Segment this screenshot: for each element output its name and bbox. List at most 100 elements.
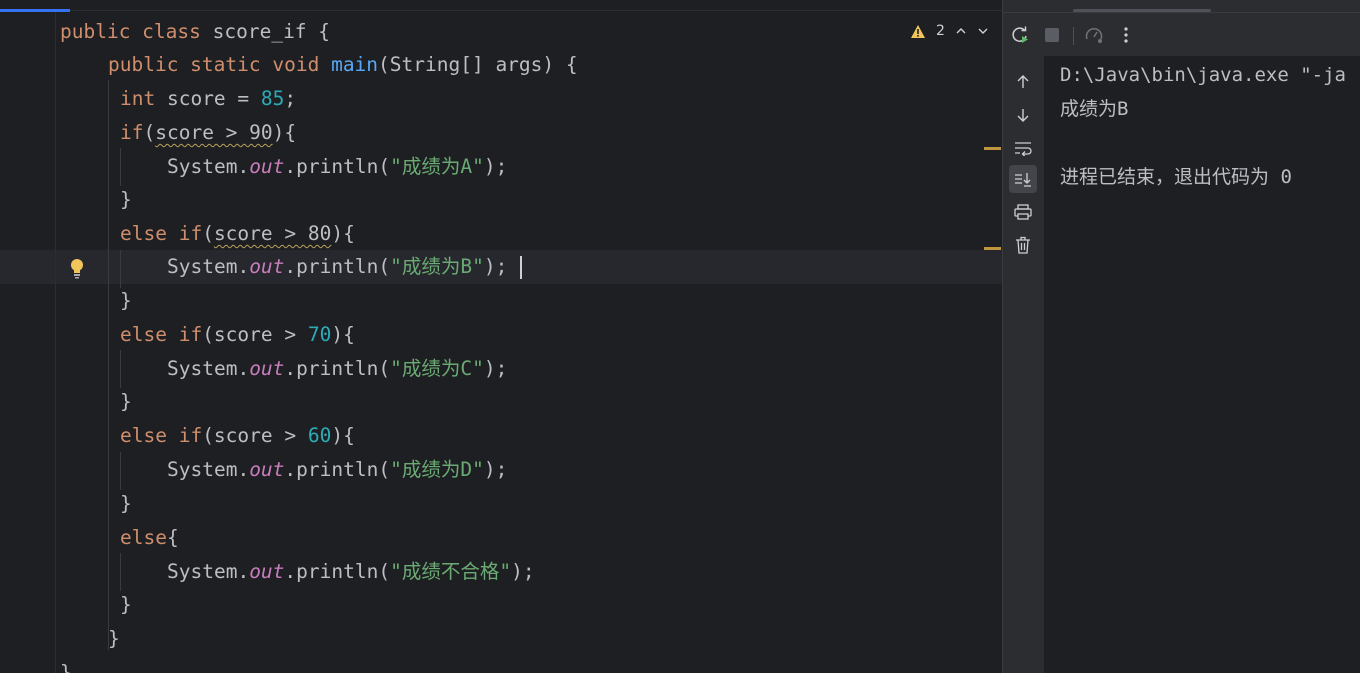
console-exit-message: 进程已结束，退出代码为 0 bbox=[1060, 166, 1292, 188]
previous-occurrence-button[interactable] bbox=[1009, 68, 1037, 96]
code-text: ); bbox=[483, 155, 508, 178]
warning-icon bbox=[911, 24, 925, 38]
code-text: System. bbox=[167, 155, 250, 178]
indent-guide bbox=[108, 80, 109, 650]
arrow-up-icon bbox=[1017, 75, 1029, 88]
static-field: out bbox=[249, 560, 285, 583]
code-text: System. bbox=[167, 357, 250, 380]
scroll-to-end-button[interactable] bbox=[1009, 165, 1037, 193]
code-line-11[interactable]: System.out.println("成绩为C"); bbox=[167, 352, 507, 386]
code-text: ); bbox=[483, 458, 508, 481]
code-text: .println( bbox=[284, 560, 391, 583]
warning-count[interactable]: 2 bbox=[936, 23, 945, 39]
warning-condition[interactable]: score > 90 bbox=[155, 121, 272, 144]
print-button[interactable] bbox=[1009, 198, 1037, 226]
string-literal: "成绩为A" bbox=[390, 155, 484, 178]
code-line-13[interactable]: else if(score > 60){ bbox=[120, 419, 355, 453]
code-line-2[interactable]: public static void main(String[] args) { bbox=[108, 48, 578, 82]
code-line-6[interactable]: } bbox=[120, 183, 132, 217]
keyword: public static void bbox=[108, 53, 320, 76]
code-line-20[interactable]: } bbox=[60, 656, 72, 673]
stop-button[interactable] bbox=[1041, 24, 1063, 46]
text-caret bbox=[520, 256, 522, 279]
keyword: else bbox=[120, 526, 167, 549]
code-line-5[interactable]: System.out.println("成绩为A"); bbox=[167, 150, 507, 184]
code-text: ){ bbox=[272, 121, 297, 144]
code-line-7[interactable]: else if(score > 80){ bbox=[120, 217, 355, 251]
indent-guide bbox=[120, 553, 121, 591]
code-line-4[interactable]: if(score > 90){ bbox=[120, 116, 296, 150]
static-field: out bbox=[249, 255, 285, 278]
number-literal: 85 bbox=[260, 87, 285, 110]
warning-condition[interactable]: score > 80 bbox=[214, 222, 331, 245]
code-line-15[interactable]: } bbox=[120, 487, 132, 521]
console-program-output: 成绩为B bbox=[1060, 98, 1129, 120]
soft-wrap-icon bbox=[1015, 142, 1032, 156]
code-line-3[interactable]: int score = 85; bbox=[120, 82, 296, 116]
code-text: System. bbox=[167, 560, 250, 583]
editor-top-border bbox=[70, 10, 1002, 11]
code-text: ; bbox=[284, 87, 297, 110]
error-stripe-warning-mark[interactable] bbox=[984, 247, 1001, 250]
soft-wrap-button[interactable] bbox=[1009, 134, 1037, 162]
code-line-17[interactable]: System.out.println("成绩不合格"); bbox=[167, 555, 535, 589]
code-text: ( bbox=[202, 222, 214, 245]
string-literal: "成绩为C" bbox=[390, 357, 484, 380]
code-text: { bbox=[166, 526, 179, 549]
trash-icon bbox=[1016, 236, 1030, 254]
code-text: .println( bbox=[284, 357, 391, 380]
lightbulb-icon[interactable] bbox=[68, 257, 86, 279]
scroll-to-end-icon bbox=[1015, 173, 1031, 187]
toolbar-separator bbox=[1073, 27, 1074, 45]
code-line-19[interactable]: } bbox=[108, 622, 120, 656]
arrow-down-icon bbox=[1017, 109, 1029, 122]
code-line-1[interactable]: public class score_if { bbox=[60, 15, 330, 49]
error-stripe-warning-mark[interactable] bbox=[984, 147, 1001, 150]
code-line-9[interactable]: } bbox=[120, 284, 132, 318]
rerun-icon bbox=[1012, 26, 1028, 43]
method-params: (String[] args) { bbox=[378, 53, 578, 76]
toolbar-top-border bbox=[1003, 12, 1360, 13]
code-line-12[interactable]: } bbox=[120, 385, 132, 419]
code-text: (score > bbox=[202, 323, 308, 346]
gutter-separator bbox=[55, 12, 56, 673]
code-text: .println( bbox=[284, 458, 391, 481]
code-line-8[interactable]: System.out.println("成绩为B"); bbox=[167, 250, 507, 284]
console-side-toolbar bbox=[1003, 56, 1044, 673]
code-line-16[interactable]: else{ bbox=[120, 521, 179, 555]
code-line-18[interactable]: } bbox=[120, 588, 132, 622]
profiler-button[interactable] bbox=[1083, 24, 1105, 46]
code-text: .println( bbox=[284, 155, 391, 178]
keyword: else if bbox=[120, 424, 203, 447]
chevron-up-icon[interactable] bbox=[955, 25, 967, 37]
chevron-down-icon[interactable] bbox=[977, 25, 989, 37]
code-text: System. bbox=[167, 255, 250, 278]
number-literal: 70 bbox=[307, 323, 332, 346]
method-name: main bbox=[331, 53, 379, 76]
code-line-10[interactable]: else if(score > 70){ bbox=[120, 318, 355, 352]
string-literal: "成绩为D" bbox=[390, 458, 484, 481]
console-output[interactable]: D:\Java\bin\java.exe "-ja 成绩为B 进程已结束，退出代… bbox=[1044, 56, 1360, 673]
static-field: out bbox=[249, 458, 285, 481]
keyword: public class bbox=[60, 20, 201, 43]
indent-guide bbox=[120, 350, 121, 388]
code-text: ); bbox=[483, 357, 508, 380]
inspection-widget[interactable]: 2 bbox=[910, 20, 989, 42]
more-vertical-icon bbox=[1124, 27, 1128, 43]
more-options-button[interactable] bbox=[1115, 24, 1137, 46]
run-tool-window: D:\Java\bin\java.exe "-ja 成绩为B 进程已结束，退出代… bbox=[1002, 0, 1360, 673]
clear-all-button[interactable] bbox=[1009, 231, 1037, 259]
code-text: ){ bbox=[331, 323, 355, 346]
string-literal: "成绩为B" bbox=[390, 255, 484, 278]
indent-guide bbox=[120, 148, 121, 186]
stop-icon bbox=[1045, 28, 1059, 42]
static-field: out bbox=[249, 155, 285, 178]
keyword: else if bbox=[120, 323, 203, 346]
code-text: ){ bbox=[331, 424, 355, 447]
code-line-14[interactable]: System.out.println("成绩为D"); bbox=[167, 453, 507, 487]
code-editor[interactable]: public class score_if { public static vo… bbox=[0, 0, 1002, 673]
next-occurrence-button[interactable] bbox=[1009, 101, 1037, 129]
rerun-button[interactable] bbox=[1009, 24, 1031, 46]
keyword: if bbox=[120, 121, 144, 144]
code-text: ){ bbox=[331, 222, 355, 245]
